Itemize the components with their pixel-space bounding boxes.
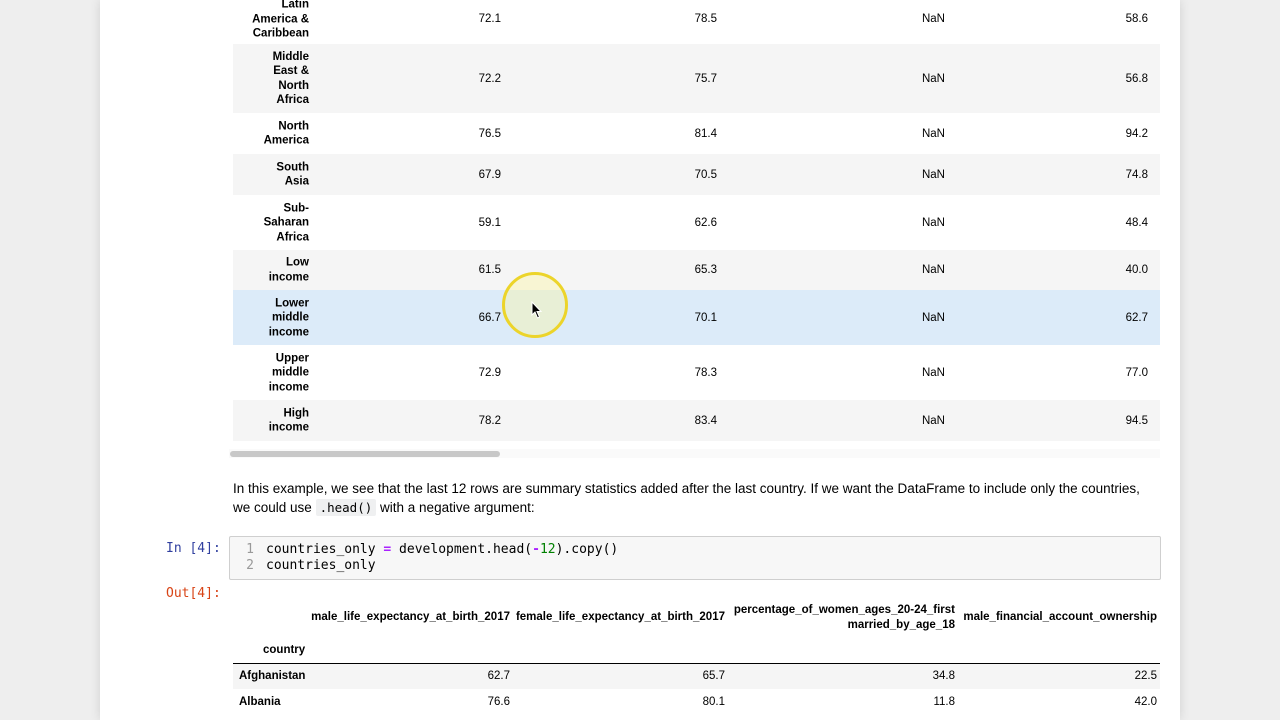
table-cell: 65.3 <box>694 264 717 276</box>
code-operator: - <box>532 542 540 557</box>
table-cell: 77.0 <box>1125 366 1148 379</box>
table-cell: 76.5 <box>478 127 501 140</box>
code-text: countries_only <box>266 558 376 573</box>
table-cell: 34.8 <box>932 670 955 682</box>
table-cell: 62.6 <box>694 216 717 229</box>
table-cell: 65.7 <box>702 670 725 682</box>
horizontal-scrollbar-thumb[interactable] <box>230 451 500 457</box>
row-index-label: Afghanistan <box>239 670 306 682</box>
table-cell: 70.1 <box>694 311 717 324</box>
index-name-header: country <box>263 644 306 656</box>
row-index-label: Albania <box>239 696 281 708</box>
table-row: North America 76.5 81.4 NaN 94.2 <box>233 113 1160 154</box>
row-index-label: Upper middle income <box>268 351 309 393</box>
table-cell: NaN <box>921 168 945 181</box>
input-prompt: In [4]: <box>166 541 221 556</box>
table-cell: 67.9 <box>478 168 501 181</box>
row-index-label: High income <box>268 407 309 434</box>
table-cell: 78.3 <box>694 366 717 379</box>
table-cell: 62.7 <box>1125 311 1148 324</box>
table-cell: 22.5 <box>1134 670 1157 682</box>
markdown-text: with a negative argument: <box>380 500 535 515</box>
row-index-label: Low income <box>268 256 309 284</box>
line-number: 1 <box>246 542 254 557</box>
table-cell: 59.1 <box>478 216 501 229</box>
column-header: male_financial_account_ownership <box>963 611 1157 623</box>
table-cell: 78.2 <box>478 414 501 427</box>
table-cell: NaN <box>921 13 945 25</box>
table-cell: 72.1 <box>478 13 501 25</box>
table-cell: NaN <box>921 264 945 276</box>
table-cell: 56.8 <box>1125 72 1148 85</box>
row-index-label: Latin America & Caribbean <box>252 0 309 40</box>
row-index-label: Middle East & North Africa <box>272 50 309 107</box>
table-cell: NaN <box>921 216 945 229</box>
table-cell: 70.5 <box>694 168 717 181</box>
markdown-line: we could use .head() with a negative arg… <box>233 498 1153 517</box>
output-prompt: Out[4]: <box>166 586 221 601</box>
table-cell: NaN <box>921 72 945 85</box>
code-text: countries_only = development.head(-12).c… <box>266 542 618 558</box>
table-cell: 76.6 <box>487 696 510 708</box>
table-cell: 62.7 <box>487 670 510 682</box>
table-cell: 81.4 <box>694 127 717 140</box>
table-cell: 72.2 <box>478 72 501 85</box>
table-row: Middle East & North Africa 72.2 75.7 NaN… <box>233 44 1160 113</box>
table-cell: 94.2 <box>1125 127 1148 140</box>
table-cell: 80.1 <box>702 696 725 708</box>
row-index-label: South Asia <box>276 161 309 188</box>
inline-code: .head() <box>315 499 377 516</box>
table-row: Low income 61.5 65.3 NaN 40.0 <box>233 250 1160 290</box>
table-cell: 72.9 <box>478 366 501 379</box>
code-token: countries_only <box>266 542 384 557</box>
table-cell: 66.7 <box>478 311 501 324</box>
table-row: Sub- Saharan Africa 59.1 62.6 NaN 48.4 <box>233 195 1160 250</box>
table-cell: NaN <box>921 366 945 379</box>
table-cell: 83.4 <box>694 414 717 427</box>
table-cell: 74.8 <box>1125 168 1148 181</box>
table-cell: 75.7 <box>694 72 717 85</box>
table-cell: 58.6 <box>1125 13 1148 25</box>
table-row: High income 78.2 83.4 NaN 94.5 <box>233 400 1160 441</box>
markdown-line: In this example, we see that the last 12… <box>233 481 1140 496</box>
mouse-pointer-icon <box>531 301 543 319</box>
line-number: 2 <box>246 558 254 573</box>
table-cell: NaN <box>921 127 945 140</box>
table-row: Afghanistan 62.7 65.7 34.8 22.5 <box>233 664 1160 689</box>
markdown-text: we could use <box>233 500 312 515</box>
row-index-label: Lower middle income <box>268 296 309 338</box>
column-header: female_life_expectancy_at_birth_2017 <box>515 611 725 623</box>
column-header: percentage_of_women_ages_20-24_first mar… <box>733 604 955 631</box>
table-cell: 78.5 <box>694 13 717 25</box>
table-cell: 48.4 <box>1125 216 1148 229</box>
row-index-label: North America <box>263 120 309 147</box>
table-cell: 94.5 <box>1125 414 1148 427</box>
table-cell: NaN <box>921 311 945 324</box>
table-row: Albania 76.6 80.1 11.8 42.0 <box>233 690 1160 715</box>
table-cell: 42.0 <box>1134 696 1157 708</box>
code-cell-editor[interactable]: 1 countries_only = development.head(-12)… <box>229 536 1161 580</box>
table-cell: NaN <box>921 414 945 427</box>
table-cell: 61.5 <box>478 264 501 276</box>
row-index-label: Sub- Saharan Africa <box>263 201 309 243</box>
table-row: Latin America & Caribbean 72.1 78.5 NaN … <box>233 0 1160 43</box>
code-token: development.head( <box>391 542 533 557</box>
table-row-highlighted: Lower middle income 66.7 70.1 NaN 62.7 <box>233 290 1160 345</box>
table-row: South Asia 67.9 70.5 NaN 74.8 <box>233 154 1160 195</box>
code-token: ).copy() <box>555 542 619 557</box>
table-row: Upper middle income 72.9 78.3 NaN 77.0 <box>233 345 1160 400</box>
column-header: male_life_expectancy_at_birth_2017 <box>311 611 510 623</box>
code-number: 12 <box>539 542 556 557</box>
table-cell: 11.8 <box>933 696 955 708</box>
table-cell: 40.0 <box>1125 264 1148 276</box>
